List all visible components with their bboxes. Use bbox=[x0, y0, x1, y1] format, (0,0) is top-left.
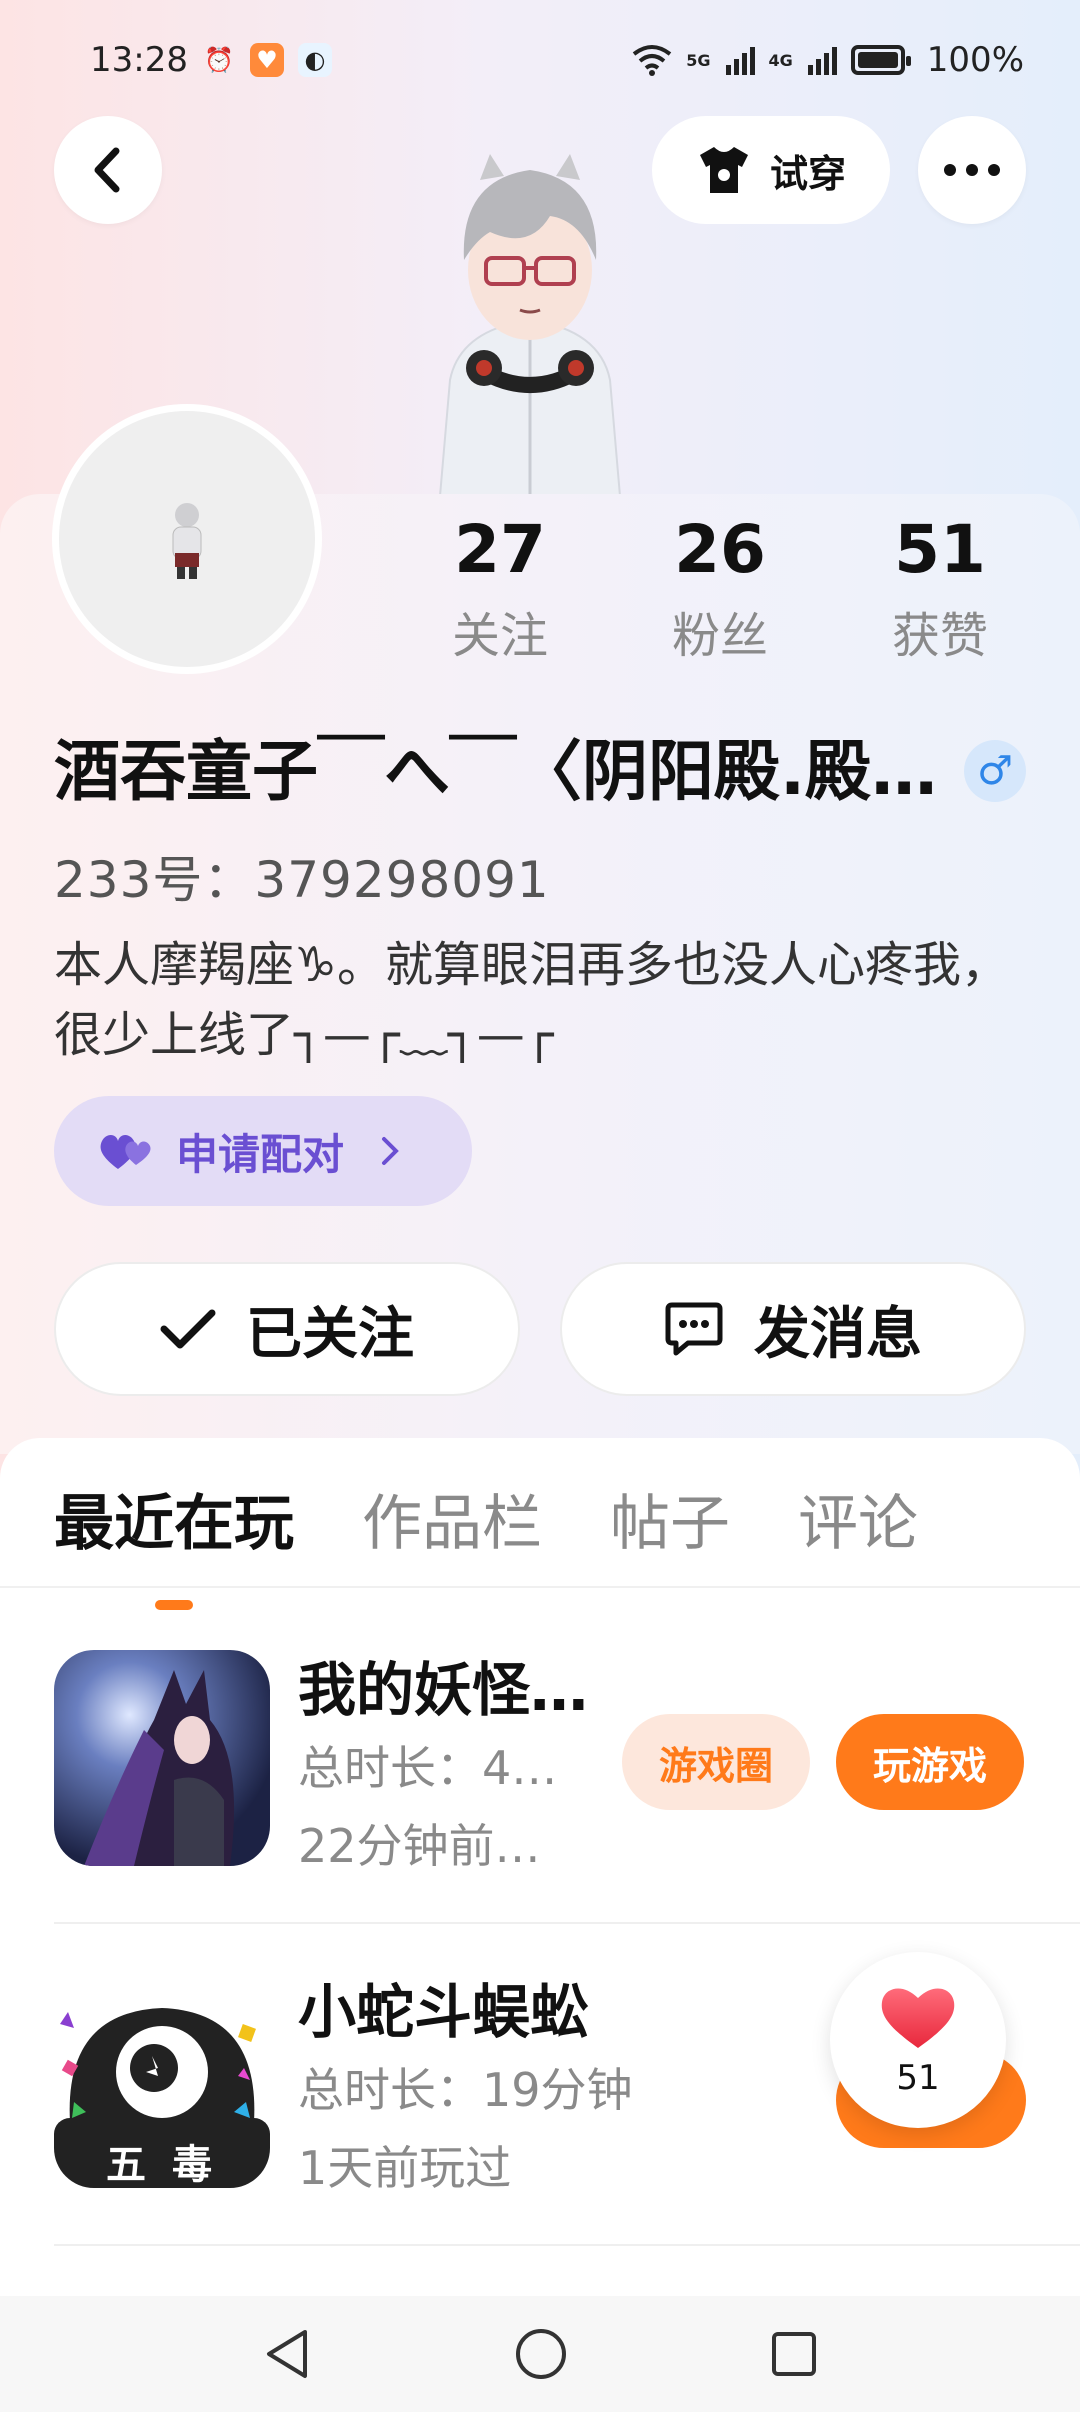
network-5g-label: 5G bbox=[686, 50, 711, 70]
profile-tabs: 最近在玩 作品栏 帖子 评论 bbox=[54, 1474, 918, 1610]
browser-notification-icon: ◐ bbox=[297, 43, 332, 77]
tab-posts[interactable]: 帖子 bbox=[610, 1474, 730, 1574]
try-on-button[interactable]: 试穿 bbox=[652, 116, 890, 224]
back-button[interactable] bbox=[54, 116, 162, 224]
request-pair-label: 申请配对 bbox=[176, 1129, 345, 1179]
game-duration: 总时长：4… bbox=[298, 1741, 558, 1795]
more-dots-icon bbox=[944, 164, 1000, 176]
network-4g-label: 4G bbox=[768, 50, 793, 70]
game-icon-image bbox=[54, 1650, 270, 1866]
stat-following-value: 27 bbox=[454, 511, 546, 588]
stat-likes[interactable]: 51 获赞 bbox=[840, 510, 1040, 666]
game-name: 小蛇斗蜈蚣 bbox=[298, 1978, 589, 2046]
stat-fans-label: 粉丝 bbox=[671, 608, 768, 664]
alarm-icon: ⏰ bbox=[204, 46, 234, 74]
stat-following[interactable]: 27 关注 bbox=[400, 510, 600, 666]
tshirt-icon bbox=[699, 147, 748, 193]
game-last-played: 22分钟前… bbox=[298, 1819, 541, 1873]
game-icon-label: 五 毒 bbox=[106, 2142, 218, 2188]
row-divider bbox=[54, 1922, 1080, 1924]
play-game-button[interactable]: 玩游戏 bbox=[836, 1714, 1024, 1810]
heart-icon bbox=[881, 1988, 955, 2048]
chevron-right-icon bbox=[382, 1137, 399, 1165]
stat-fans-value: 26 bbox=[674, 511, 766, 588]
game-name: 我的妖怪… bbox=[298, 1656, 589, 1724]
row-divider bbox=[54, 2244, 1080, 2246]
profile-page: 13:28 ⏰ ♥ ◐ 5G 4G 100% 试穿 27 关注 26 粉丝 51… bbox=[0, 0, 1080, 2412]
avatar-frame bbox=[52, 404, 322, 674]
tab-comments[interactable]: 评论 bbox=[798, 1474, 918, 1574]
stat-following-label: 关注 bbox=[451, 608, 548, 664]
status-time: 13:28 bbox=[90, 40, 188, 80]
profile-stats: 27 关注 26 粉丝 51 获赞 bbox=[400, 510, 1040, 666]
try-on-label: 试穿 bbox=[769, 151, 846, 196]
wifi-icon bbox=[633, 45, 672, 76]
nav-back-icon[interactable] bbox=[261, 2326, 313, 2382]
game-last-played: 1天前玩过 bbox=[298, 2141, 512, 2195]
followed-label: 已关注 bbox=[246, 1301, 414, 1367]
avatar-figure-image bbox=[172, 503, 202, 579]
battery-icon bbox=[850, 45, 911, 75]
stat-likes-label: 获赞 bbox=[891, 608, 988, 664]
checkmark-icon bbox=[160, 1309, 216, 1349]
like-floating-button[interactable]: 51 bbox=[830, 1952, 1006, 2128]
content-section: 最近在玩 作品栏 帖子 评论 我的妖怪… 总时长：4… 22分钟前… 游戏圈 玩… bbox=[0, 1438, 1080, 2412]
followed-button[interactable]: 已关注 bbox=[54, 1262, 520, 1396]
like-count: 51 bbox=[896, 2058, 940, 2098]
game-circle-button[interactable]: 游戏圈 bbox=[622, 1714, 810, 1810]
chevron-left-icon bbox=[94, 147, 120, 193]
nav-home-icon[interactable] bbox=[513, 2326, 569, 2382]
signal-5g-icon bbox=[725, 47, 755, 75]
system-navigation-bar bbox=[0, 2296, 1080, 2412]
more-options-button[interactable] bbox=[918, 116, 1026, 224]
battery-level: 100% bbox=[926, 40, 1024, 80]
user-id[interactable]: 233号：379298091 bbox=[54, 840, 550, 912]
request-pair-button[interactable]: 申请配对 bbox=[54, 1096, 472, 1206]
bio-text: 本人摩羯座♑。就算眼泪再多也没人心疼我，很少上线了┐—┌﹏┐—┌ bbox=[54, 937, 1010, 1063]
game-duration: 总时长：19分钟 bbox=[298, 2063, 633, 2117]
character-figure-image[interactable] bbox=[420, 140, 640, 496]
chat-bubble-icon bbox=[665, 1302, 723, 1356]
game-list-item[interactable]: 我的妖怪… 总时长：4… 22分钟前… 游戏圈 玩游戏 bbox=[54, 1650, 1080, 1900]
hearts-icon bbox=[100, 1135, 151, 1169]
send-message-label: 发消息 bbox=[754, 1301, 922, 1367]
tabs-divider bbox=[0, 1586, 1080, 1588]
tab-works[interactable]: 作品栏 bbox=[362, 1474, 542, 1574]
status-bar: 13:28 ⏰ ♥ ◐ 5G 4G 100% bbox=[0, 0, 1080, 120]
nav-recents-icon[interactable] bbox=[769, 2329, 819, 2379]
game-icon-image: 五 毒 bbox=[54, 1972, 270, 2188]
stat-likes-value: 51 bbox=[894, 511, 986, 588]
nickname: 酒吞童子￣へ￣〈阴阳殿.殿… bbox=[54, 733, 938, 810]
send-message-button[interactable]: 发消息 bbox=[560, 1262, 1026, 1396]
stat-fans[interactable]: 26 粉丝 bbox=[620, 510, 820, 666]
tab-recently-played[interactable]: 最近在玩 bbox=[54, 1474, 294, 1610]
avatar[interactable] bbox=[59, 411, 315, 667]
gender-male-icon: ♂ bbox=[964, 740, 1026, 802]
app-notification-icon: ♥ bbox=[249, 43, 284, 77]
signal-4g-icon bbox=[807, 47, 837, 75]
